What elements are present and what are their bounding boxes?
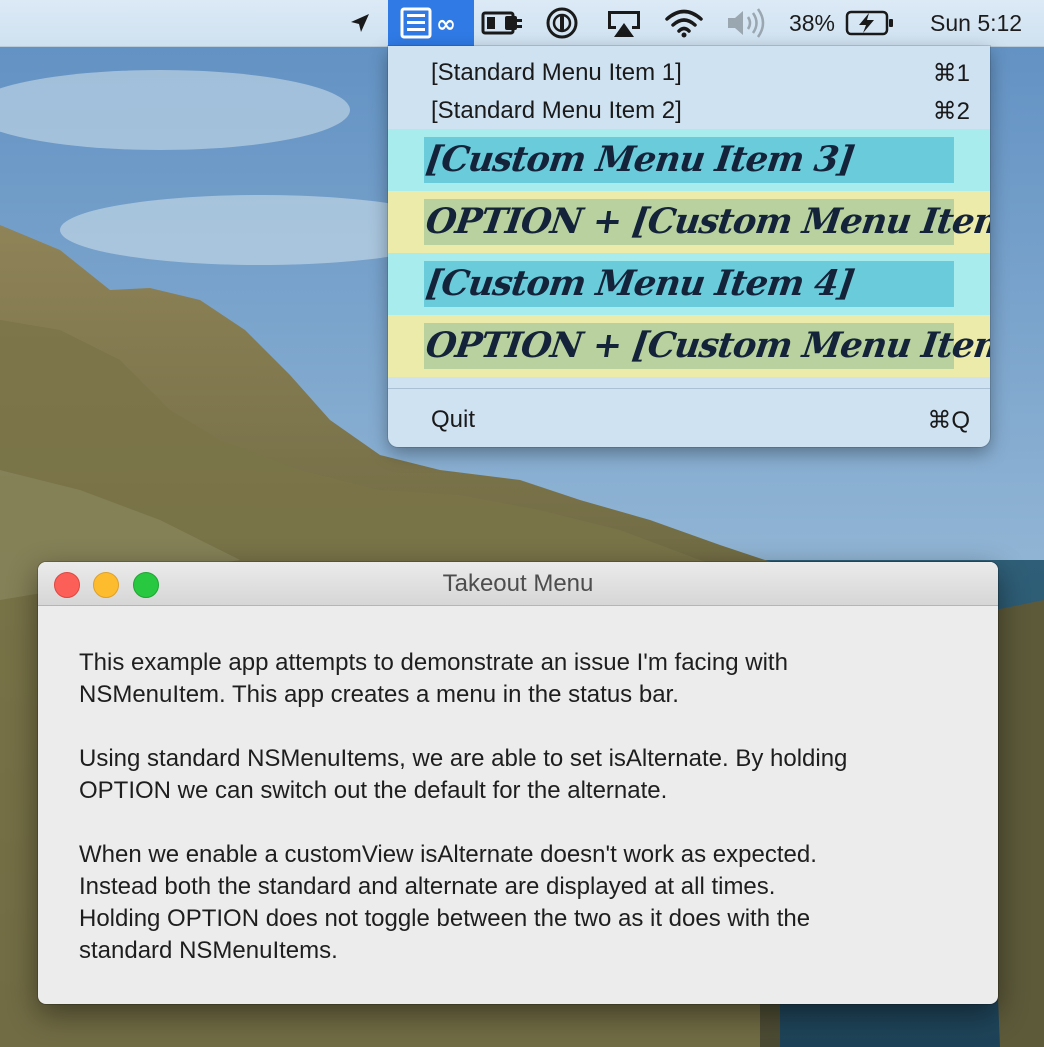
svg-text:∞: ∞ xyxy=(436,10,456,38)
custom-view: OPTION + [Custom Menu Item 4] xyxy=(423,323,990,369)
menu-item-label: [Standard Menu Item 1] xyxy=(431,59,682,86)
custom-menu-item-4[interactable]: [Custom Menu Item 4] xyxy=(388,253,990,315)
clock-text: Sun 5:12 xyxy=(930,9,1023,36)
app-status-icon[interactable]: ∞ xyxy=(388,0,474,46)
standard-menu-item-1[interactable]: [Standard Menu Item 1] ⌘1 xyxy=(388,53,990,91)
clock[interactable]: Sun 5:12 xyxy=(930,0,1044,46)
volume-icon[interactable] xyxy=(722,0,770,46)
custom-menu-item-label: [Custom Menu Item 3] xyxy=(423,139,857,180)
description-paragraph-3: When we enable a customView isAlternate … xyxy=(79,841,817,964)
window-title: Takeout Menu xyxy=(442,570,594,597)
menu-bar: ∞ 38% Sun 5:12 xyxy=(0,0,1044,47)
status-menu-dropdown: [Standard Menu Item 1] ⌘1 [Standard Menu… xyxy=(388,46,990,447)
custom-menu-item-3-alternate[interactable]: OPTION + [Custom Menu Item 3] xyxy=(388,191,990,253)
menu-item-label: Quit xyxy=(431,406,476,433)
airplay-icon[interactable] xyxy=(600,0,648,46)
menu-item-shortcut: ⌘1 xyxy=(932,60,970,87)
menu-item-shortcut: ⌘2 xyxy=(932,98,970,125)
custom-menu-item-label: OPTION + [Custom Menu Item 3] xyxy=(423,201,990,242)
password-manager-icon[interactable] xyxy=(540,0,584,46)
standard-menu-item-2[interactable]: [Standard Menu Item 2] ⌘2 xyxy=(388,91,990,129)
custom-menu-item-label: [Custom Menu Item 4] xyxy=(423,263,857,304)
custom-menu-item-label: OPTION + [Custom Menu Item 4] xyxy=(423,325,990,366)
wifi-icon[interactable] xyxy=(660,0,708,46)
menu-item-label: [Standard Menu Item 2] xyxy=(431,97,682,124)
battery-device-icon[interactable] xyxy=(480,0,526,46)
window-titlebar[interactable]: Takeout Menu xyxy=(38,562,998,606)
menu-item-shortcut: ⌘Q xyxy=(927,407,970,434)
description-paragraph-1: This example app attempts to demonstrate… xyxy=(79,649,788,708)
location-arrow-icon[interactable] xyxy=(340,0,380,46)
custom-view: OPTION + [Custom Menu Item 3] xyxy=(423,199,990,245)
app-window: Takeout Menu This example app attempts t… xyxy=(38,562,998,1004)
menu-separator xyxy=(388,388,990,389)
battery-charging-icon[interactable] xyxy=(844,0,896,46)
quit-menu-item[interactable]: Quit ⌘Q xyxy=(388,400,990,438)
custom-menu-item-3[interactable]: [Custom Menu Item 3] xyxy=(388,129,990,191)
battery-percent: 38% xyxy=(788,9,836,36)
custom-view: [Custom Menu Item 3] xyxy=(423,137,954,183)
battery-percent-label: 38% xyxy=(782,0,842,46)
custom-menu-item-4-alternate[interactable]: OPTION + [Custom Menu Item 4] xyxy=(388,315,990,377)
custom-view: [Custom Menu Item 4] xyxy=(423,261,954,307)
description-paragraph-2: Using standard NSMenuItems, we are able … xyxy=(79,745,848,804)
